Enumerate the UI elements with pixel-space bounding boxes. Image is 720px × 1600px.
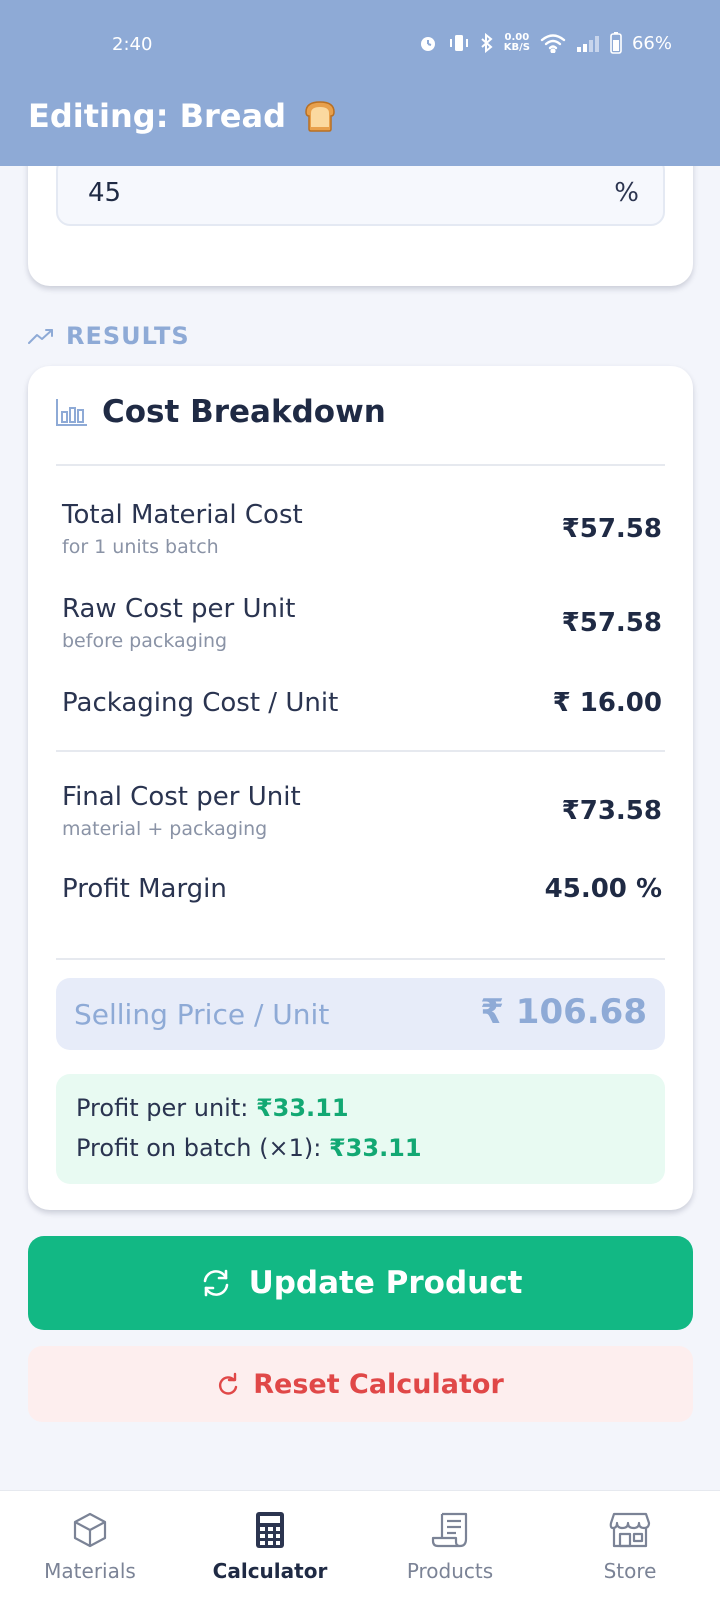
alarm-icon <box>420 37 435 51</box>
percent-unit: % <box>614 178 639 208</box>
row-final-cost-per-unit: Final Cost per Unit material + packaging… <box>62 782 662 840</box>
nav-label: Products <box>406 1559 494 1583</box>
row-value: ₹57.58 <box>561 514 662 544</box>
profit-per-unit: Profit per unit: ₹33.11 <box>76 1094 349 1122</box>
update-product-label: Update Product <box>248 1265 523 1301</box>
reset-icon <box>219 1372 238 1395</box>
vibrate-icon <box>449 35 468 51</box>
reset-calculator-button[interactable]: Reset Calculator <box>28 1346 693 1422</box>
row-value: 45.00 % <box>544 874 662 904</box>
divider <box>56 464 665 466</box>
selling-price-value: ₹ 106.68 <box>480 992 647 1032</box>
selling-price-label: Selling Price / Unit <box>74 998 330 1031</box>
row-total-material-cost: Total Material Cost for 1 units batch ₹5… <box>62 500 662 558</box>
box-icon <box>73 1512 107 1548</box>
row-value: ₹ 16.00 <box>552 688 662 718</box>
main-scroll[interactable]: 45 % RESULTS Cost Breakdown Total Materi… <box>0 0 720 1490</box>
store-icon <box>609 1512 651 1548</box>
nav-item-products[interactable]: Products <box>360 1491 540 1600</box>
calculator-icon <box>256 1512 284 1548</box>
receipt-icon <box>431 1512 468 1548</box>
update-product-button[interactable]: Update Product <box>28 1236 693 1330</box>
nav-label: Calculator <box>212 1559 328 1583</box>
page-title: Editing: Bread <box>28 96 340 136</box>
page-title-text: Editing: Bread <box>28 97 286 135</box>
bluetooth-icon <box>481 33 493 53</box>
net-speed-unit: KB/S <box>503 42 530 53</box>
status-icons: 0.00 KB/S 66% <box>418 32 672 54</box>
row-value: ₹73.58 <box>561 796 662 826</box>
nav-label: Store <box>603 1559 657 1583</box>
results-section-label: RESULTS <box>28 322 190 350</box>
nav-item-calculator[interactable]: Calculator <box>180 1491 360 1600</box>
profit-margin-input[interactable]: 45 % <box>56 156 665 226</box>
selling-price-box: Selling Price / Unit ₹ 106.68 <box>56 978 665 1050</box>
profit-on-batch: Profit on batch (×1): ₹33.11 <box>76 1134 422 1162</box>
net-speed: 0.00 KB/S <box>504 33 530 53</box>
profit-per-unit-label: Profit per unit: <box>76 1094 256 1122</box>
nav-label: Materials <box>44 1559 136 1583</box>
status-time: 2:40 <box>112 34 153 55</box>
profit-on-batch-label: Profit on batch (×1): <box>76 1134 329 1162</box>
cost-breakdown-title: Cost Breakdown <box>102 394 386 430</box>
margin-value[interactable]: 45 <box>88 178 121 208</box>
bottom-nav: Materials Calculator Products Store <box>0 1490 720 1600</box>
row-value: ₹57.58 <box>561 608 662 638</box>
reset-calculator-label: Reset Calculator <box>253 1368 504 1400</box>
status-bar: 2:40 0.00 KB/S 66% <box>0 28 720 64</box>
refresh-icon <box>203 1269 228 1297</box>
nav-item-store[interactable]: Store <box>540 1491 720 1600</box>
divider <box>56 750 665 752</box>
cost-breakdown-header: Cost Breakdown <box>56 394 386 430</box>
bar-chart-icon <box>56 399 87 426</box>
battery-icon <box>610 32 622 54</box>
profit-per-unit-value: ₹33.11 <box>255 1094 349 1122</box>
cost-breakdown-card: Cost Breakdown Total Material Cost for 1… <box>28 366 693 1210</box>
bread-icon <box>305 101 335 132</box>
row-profit-margin: Profit Margin 45.00 % <box>62 874 662 904</box>
nav-item-materials[interactable]: Materials <box>0 1491 180 1600</box>
divider <box>56 958 665 960</box>
wifi-icon <box>540 34 566 53</box>
profit-on-batch-value: ₹33.11 <box>328 1134 422 1162</box>
profit-summary-box: Profit per unit: ₹33.11 Profit on batch … <box>56 1074 665 1184</box>
battery-percent: 66% <box>631 32 672 54</box>
row-raw-cost-per-unit: Raw Cost per Unit before packaging ₹57.5… <box>62 594 662 652</box>
results-label: RESULTS <box>66 322 190 350</box>
trending-up-icon <box>28 329 53 344</box>
app-header: 2:40 0.00 KB/S 66% Editing: Bread <box>0 0 720 166</box>
row-packaging-cost: Packaging Cost / Unit ₹ 16.00 <box>62 688 662 718</box>
signal-icon <box>576 36 599 52</box>
